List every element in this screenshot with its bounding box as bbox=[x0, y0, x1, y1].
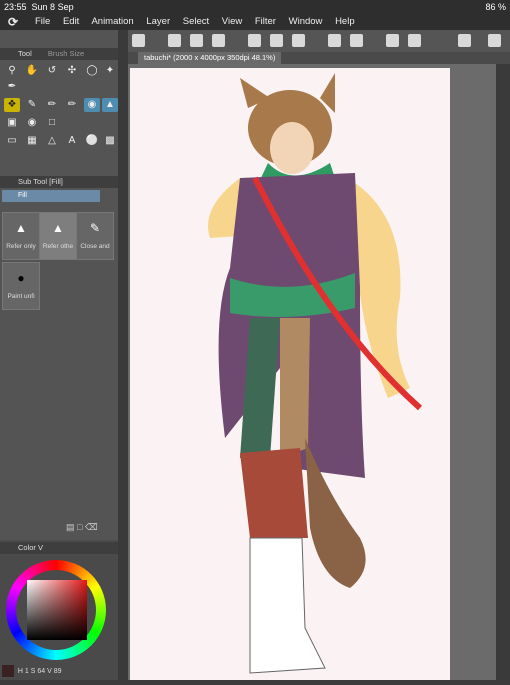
tool-icon[interactable] bbox=[132, 34, 145, 47]
document-tab[interactable]: tabuchi* (2000 x 4000px 350dpi 48.1%) bbox=[138, 52, 282, 64]
subtool-actions: ▤ □ ⌫ bbox=[66, 522, 116, 534]
fill-bucket-icon: ▲ bbox=[15, 221, 27, 235]
figure-icon[interactable]: ▭ bbox=[4, 134, 20, 148]
eyedropper-icon[interactable]: ✒ bbox=[4, 80, 20, 94]
transform-icon[interactable] bbox=[386, 34, 399, 47]
menu-file[interactable]: File bbox=[35, 16, 50, 27]
document-tab-bar: tabuchi* (2000 x 4000px 350dpi 48.1%) bbox=[128, 52, 510, 64]
settings-icon[interactable] bbox=[458, 34, 471, 47]
drawing-canvas[interactable] bbox=[130, 68, 450, 680]
tool-tab[interactable]: Tool bbox=[18, 49, 32, 58]
new-icon[interactable]: □ bbox=[77, 522, 82, 532]
status-battery: 86 % bbox=[485, 2, 506, 12]
select-all-icon[interactable] bbox=[248, 34, 261, 47]
hand-icon[interactable]: ✋ bbox=[24, 64, 40, 78]
dot-icon: ● bbox=[17, 271, 25, 285]
magic-wand-icon[interactable]: ✦ bbox=[102, 64, 118, 78]
menu-help[interactable]: Help bbox=[335, 16, 355, 27]
saturation-value-square[interactable] bbox=[27, 580, 87, 640]
flip-icon[interactable] bbox=[408, 34, 421, 47]
text-icon[interactable]: A bbox=[64, 134, 80, 148]
grid-icon[interactable] bbox=[168, 34, 181, 47]
invert-selection-icon[interactable] bbox=[292, 34, 305, 47]
mesh-icon[interactable] bbox=[190, 34, 203, 47]
correct-line-icon[interactable]: ▩ bbox=[102, 134, 118, 148]
character-illustration bbox=[208, 73, 422, 674]
color-fill-icon[interactable] bbox=[212, 34, 225, 47]
trash-icon[interactable]: ⌫ bbox=[85, 522, 98, 532]
color-panel-header: Color V bbox=[0, 542, 118, 554]
fill-bucket-icon: ▲ bbox=[52, 221, 64, 235]
subtool-close-and-fill[interactable]: ✎ Close and bbox=[76, 212, 114, 260]
airbrush-icon[interactable]: ◉ bbox=[84, 98, 100, 112]
menu-select[interactable]: Select bbox=[183, 16, 209, 27]
main-color-swatch[interactable] bbox=[2, 665, 14, 678]
copy-icon[interactable]: ▤ bbox=[66, 522, 75, 532]
subtool-refer-other[interactable]: ▲ Refer othe bbox=[39, 212, 77, 260]
menu-layer[interactable]: Layer bbox=[146, 16, 170, 27]
app-logo-icon[interactable]: ⟳ bbox=[8, 15, 18, 29]
rotate-icon[interactable]: ↺ bbox=[44, 64, 60, 78]
balloon-icon[interactable]: ⚪ bbox=[84, 134, 100, 148]
color-tab[interactable]: Color V bbox=[18, 543, 43, 552]
tool-panel-header: Tool Brush Size bbox=[0, 48, 118, 60]
close-fill-icon: ✎ bbox=[89, 221, 101, 235]
ios-status-bar: 23:55 Sun 8 Sep 86 % bbox=[0, 0, 510, 14]
menu-animation[interactable]: Animation bbox=[91, 16, 133, 27]
zoom-icon[interactable]: ⚲ bbox=[4, 64, 20, 78]
sub-tool-header: Sub Tool [Fill] bbox=[0, 176, 118, 188]
menu-filter[interactable]: Filter bbox=[255, 16, 276, 27]
menu-window[interactable]: Window bbox=[289, 16, 323, 27]
menu-edit[interactable]: Edit bbox=[63, 16, 79, 27]
gradient-icon[interactable]: ▣ bbox=[4, 116, 20, 130]
panel-separator bbox=[118, 30, 128, 680]
menu-icon[interactable] bbox=[488, 34, 501, 47]
color-panel: Color V H 1 S 64 V 89 bbox=[0, 540, 118, 680]
menu-view[interactable]: View bbox=[222, 16, 242, 27]
subtool-group-fill[interactable]: Fill bbox=[2, 190, 100, 202]
lasso-icon[interactable]: ◯ bbox=[84, 64, 100, 78]
eraser-icon[interactable]: □ bbox=[44, 116, 60, 130]
color-values: H 1 S 64 V 89 bbox=[0, 664, 118, 680]
menu-bar: ⟳ File Edit Animation Layer Select View … bbox=[0, 14, 510, 30]
undo-icon[interactable] bbox=[328, 34, 341, 47]
selected-tool-icon[interactable]: ❖ bbox=[4, 98, 20, 112]
status-time: 23:55 Sun 8 Sep bbox=[4, 2, 74, 12]
right-scroll-gutter[interactable] bbox=[496, 64, 510, 680]
pen-icon[interactable]: ✎ bbox=[24, 98, 40, 112]
command-bar bbox=[128, 30, 510, 53]
brush-icon[interactable]: ✏ bbox=[64, 98, 80, 112]
brush-size-tab[interactable]: Brush Size bbox=[48, 49, 84, 58]
fill-icon[interactable]: ▲ bbox=[102, 98, 118, 112]
ruler-icon[interactable]: △ bbox=[44, 134, 60, 148]
frame-icon[interactable]: ▦ bbox=[24, 134, 40, 148]
subtool-paint-unfilled[interactable]: ● Paint unfi bbox=[2, 262, 40, 310]
deselect-icon[interactable] bbox=[270, 34, 283, 47]
pencil-icon[interactable]: ✏ bbox=[44, 98, 60, 112]
blend-icon[interactable]: ◉ bbox=[24, 116, 40, 130]
redo-icon[interactable] bbox=[350, 34, 363, 47]
move-icon[interactable]: ✣ bbox=[64, 64, 80, 78]
sub-tool-title[interactable]: Sub Tool [Fill] bbox=[18, 177, 63, 186]
subtool-refer-only[interactable]: ▲ Refer only bbox=[2, 212, 40, 260]
